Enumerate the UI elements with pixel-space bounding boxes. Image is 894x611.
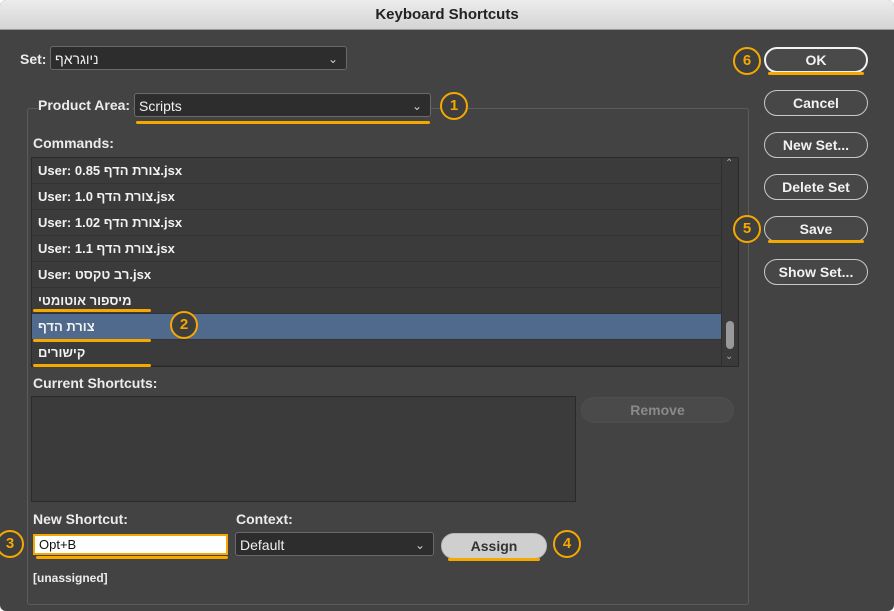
command-item[interactable]: קישורים xyxy=(32,340,722,366)
set-label: Set: xyxy=(20,51,47,67)
assign-button[interactable]: Assign xyxy=(441,533,547,559)
command-item[interactable]: User: 1.0 צורת הדף.jsx xyxy=(32,184,722,210)
command-item[interactable]: User: 1.02 צורת הדף.jsx xyxy=(32,210,722,236)
commands-scrollbar[interactable]: ⌃ ⌄ xyxy=(721,158,738,366)
command-item-label: User: 1.1 צורת הדף.jsx xyxy=(38,241,175,256)
callout-2: 2 xyxy=(170,311,198,339)
commands-list[interactable]: User: 0.85 צורת הדף.jsx User: 1.0 צורת ה… xyxy=(31,157,739,367)
product-area-label: Product Area: xyxy=(38,97,134,113)
set-value: ניוגראף xyxy=(55,51,99,67)
set-dropdown[interactable]: ניוגראף ⌄ xyxy=(50,46,347,70)
scroll-down-icon[interactable]: ⌄ xyxy=(725,351,733,362)
chevron-down-icon: ⌄ xyxy=(327,52,338,66)
scroll-thumb[interactable] xyxy=(726,321,734,349)
annotation-underline xyxy=(448,558,540,561)
annotation-underline xyxy=(33,364,151,367)
commands-label: Commands: xyxy=(33,135,114,151)
command-item[interactable]: User: 1.1 צורת הדף.jsx xyxy=(32,236,722,262)
save-button[interactable]: Save xyxy=(764,216,868,242)
callout-6: 6 xyxy=(733,47,761,75)
callout-4: 4 xyxy=(553,530,581,558)
command-item-label: מיספור אוטומטי xyxy=(38,293,132,308)
command-item-label: צורת הדף xyxy=(38,319,95,334)
context-dropdown[interactable]: Default ⌄ xyxy=(235,532,434,556)
current-shortcuts-list[interactable] xyxy=(31,396,576,502)
product-area-dropdown[interactable]: Scripts ⌄ xyxy=(134,93,431,117)
shortcut-status: [unassigned] xyxy=(33,571,108,585)
command-item-label: User: רב טקסט.jsx xyxy=(38,267,152,282)
chevron-down-icon: ⌄ xyxy=(414,538,425,552)
annotation-underline xyxy=(768,240,864,243)
command-item-selected[interactable]: צורת הדף xyxy=(32,314,722,340)
scroll-up-icon[interactable]: ⌃ xyxy=(725,158,733,169)
command-item[interactable]: User: 0.85 צורת הדף.jsx xyxy=(32,158,722,184)
annotation-underline xyxy=(33,339,151,342)
new-shortcut-input[interactable] xyxy=(33,534,228,555)
annotation-underline xyxy=(768,72,864,75)
new-set-button[interactable]: New Set... xyxy=(764,132,868,158)
remove-button[interactable]: Remove xyxy=(581,397,734,423)
window-title: Keyboard Shortcuts xyxy=(0,0,894,30)
annotation-underline xyxy=(33,309,151,312)
command-item-label: User: 1.02 צורת הדף.jsx xyxy=(38,215,183,230)
show-set-button[interactable]: Show Set... xyxy=(764,259,868,285)
command-item[interactable]: User: רב טקסט.jsx xyxy=(32,262,722,288)
callout-1: 1 xyxy=(440,92,468,120)
product-area-value: Scripts xyxy=(139,98,182,114)
ok-button[interactable]: OK xyxy=(764,47,868,73)
callout-5: 5 xyxy=(733,215,761,243)
command-item-label: User: 1.0 צורת הדף.jsx xyxy=(38,189,175,204)
annotation-underline xyxy=(136,121,430,124)
context-value: Default xyxy=(240,537,285,553)
new-shortcut-label: New Shortcut: xyxy=(33,511,128,527)
command-item-label: User: 0.85 צורת הדף.jsx xyxy=(38,163,183,178)
delete-set-button[interactable]: Delete Set xyxy=(764,174,868,200)
chevron-down-icon: ⌄ xyxy=(411,99,422,113)
command-item-label: קישורים xyxy=(38,345,86,360)
current-shortcuts-label: Current Shortcuts: xyxy=(33,375,158,391)
keyboard-shortcuts-dialog: Keyboard Shortcuts Set: ניוגראף ⌄ Produc… xyxy=(0,0,894,611)
annotation-underline xyxy=(36,556,228,559)
context-label: Context: xyxy=(236,511,293,527)
callout-3: 3 xyxy=(0,530,24,558)
cancel-button[interactable]: Cancel xyxy=(764,90,868,116)
